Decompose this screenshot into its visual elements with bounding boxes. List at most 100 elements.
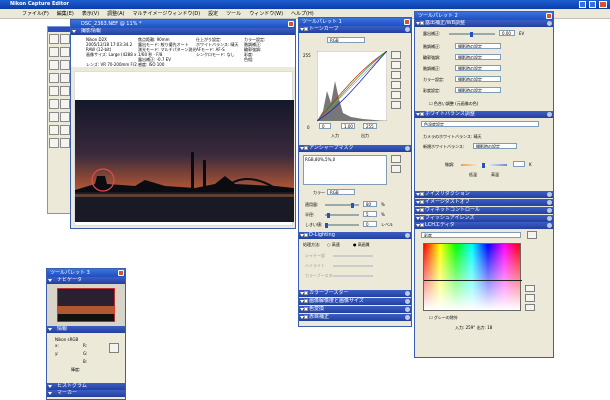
exposure-header[interactable]: 露出補正/WB調整 bbox=[415, 20, 553, 27]
wb-new-select[interactable]: 撮影時の設定 bbox=[473, 143, 517, 149]
menu-item[interactable]: 設定 bbox=[208, 9, 218, 18]
amount-field[interactable]: 80 bbox=[363, 201, 377, 207]
exposure-slider[interactable] bbox=[449, 32, 495, 37]
threshold-slider[interactable] bbox=[325, 223, 359, 228]
gray-exclude-row[interactable]: ☐ グレーの除外 bbox=[429, 315, 458, 321]
amount-thumb[interactable] bbox=[351, 203, 354, 208]
lch-reset-curve-icon[interactable] bbox=[525, 294, 535, 302]
wb-mode-select[interactable]: 色温度設定 bbox=[421, 121, 539, 127]
section-checkbox[interactable] bbox=[304, 299, 308, 303]
redo-icon[interactable] bbox=[49, 60, 59, 70]
palette2-close-icon[interactable] bbox=[546, 13, 552, 19]
pin-icon[interactable] bbox=[547, 223, 552, 228]
threshold-thumb[interactable] bbox=[325, 223, 328, 228]
help-icon[interactable] bbox=[60, 138, 70, 148]
straighten-icon[interactable] bbox=[49, 99, 59, 109]
lch-eyedropper-icon[interactable] bbox=[525, 285, 535, 293]
rotate-left-icon[interactable] bbox=[60, 60, 70, 70]
pin-icon[interactable] bbox=[405, 291, 410, 296]
collapse-icon[interactable] bbox=[72, 30, 76, 33]
brush-icon[interactable] bbox=[49, 112, 59, 122]
open-icon[interactable] bbox=[49, 34, 59, 44]
menu-item[interactable]: 編集(E) bbox=[57, 9, 74, 18]
gray-point-eyedropper-icon[interactable] bbox=[391, 61, 401, 69]
exposure-thumb[interactable] bbox=[470, 32, 473, 37]
setting-select[interactable]: 撮影時の設定 bbox=[455, 54, 501, 60]
lch-checkbox[interactable] bbox=[420, 223, 424, 227]
booster-slider[interactable] bbox=[333, 275, 373, 277]
histogram-header[interactable]: ヒストグラム bbox=[47, 383, 125, 390]
collapse-icon[interactable] bbox=[48, 328, 52, 331]
lasso-icon[interactable] bbox=[60, 125, 70, 135]
pin-icon[interactable] bbox=[405, 307, 410, 312]
dust-icon[interactable] bbox=[60, 112, 70, 122]
palette3-titlebar[interactable]: ツールパレット 3 bbox=[47, 269, 125, 277]
radius-field[interactable]: 5 bbox=[363, 211, 377, 217]
tone-input-white[interactable]: 255 bbox=[363, 123, 377, 129]
section-checkbox[interactable] bbox=[304, 291, 308, 295]
collapse-icon[interactable] bbox=[48, 279, 52, 282]
menu-item[interactable]: ファイル(F) bbox=[22, 9, 49, 18]
collapsed-section-header[interactable]: 色変換 bbox=[299, 306, 411, 313]
lch-channel-select[interactable]: 彩度 bbox=[421, 232, 521, 238]
exposure-field[interactable]: 0.00 bbox=[499, 30, 515, 36]
zoom-icon[interactable] bbox=[49, 86, 59, 96]
setting-select[interactable]: 撮影時の設定 bbox=[455, 76, 501, 82]
section-checkbox[interactable] bbox=[304, 307, 308, 311]
minimize-icon[interactable] bbox=[579, 1, 586, 8]
save-icon[interactable] bbox=[60, 34, 70, 44]
unsharp-checkbox[interactable] bbox=[304, 146, 308, 150]
section-checkbox[interactable] bbox=[420, 192, 424, 196]
section-checkbox[interactable] bbox=[420, 216, 424, 220]
reset-curve-icon[interactable] bbox=[391, 91, 401, 99]
collapsed-section-header[interactable]: フィッシュアイレンズ bbox=[415, 215, 553, 222]
crop-icon[interactable] bbox=[60, 86, 70, 96]
exposure-checkbox[interactable] bbox=[420, 21, 424, 25]
wb-fine-thumb[interactable] bbox=[482, 163, 485, 168]
highlight-slider[interactable] bbox=[333, 265, 373, 267]
pin-icon[interactable] bbox=[547, 21, 552, 26]
palette3-close-icon[interactable] bbox=[118, 270, 124, 276]
collapsed-section-header[interactable]: 赤目補正 bbox=[299, 314, 411, 321]
eyedropper-icon[interactable] bbox=[60, 99, 70, 109]
tone-curve-graph[interactable] bbox=[317, 51, 387, 121]
navigator-header[interactable]: ナビゲータ bbox=[47, 277, 125, 284]
radius-thumb[interactable] bbox=[327, 213, 330, 218]
auto-contrast-icon[interactable] bbox=[391, 81, 401, 89]
palette2-titlebar[interactable]: ツールパレット 2 bbox=[415, 12, 553, 20]
tone-input-black[interactable]: 0 bbox=[319, 123, 331, 129]
pin-icon[interactable] bbox=[405, 233, 410, 238]
print-icon[interactable] bbox=[49, 47, 59, 57]
menu-item[interactable]: ウィンドウ(W) bbox=[249, 9, 283, 18]
pin-icon[interactable] bbox=[405, 315, 410, 320]
hand-icon[interactable] bbox=[60, 73, 70, 83]
collapse-icon[interactable] bbox=[48, 385, 52, 388]
tone-channel-select[interactable]: RGB bbox=[327, 37, 365, 43]
info-header[interactable]: 情報 bbox=[47, 326, 125, 333]
collapsed-section-header[interactable]: カラーブースター bbox=[299, 290, 411, 297]
add-mask-icon[interactable] bbox=[391, 155, 401, 163]
image-window-close-icon[interactable] bbox=[288, 21, 294, 27]
section-checkbox[interactable] bbox=[304, 315, 308, 319]
pin-icon[interactable] bbox=[405, 27, 410, 32]
red-eye-icon[interactable] bbox=[49, 125, 59, 135]
tone-gamma[interactable]: 1.00 bbox=[341, 123, 355, 129]
wb-header[interactable]: ホワイトバランス調整 bbox=[415, 111, 553, 118]
maximize-icon[interactable] bbox=[589, 1, 596, 8]
threshold-field[interactable]: 0 bbox=[363, 221, 377, 227]
hue-adjust-row[interactable]: ☐ 色合い調整 (元画像の色) bbox=[429, 101, 478, 107]
collapsed-section-header[interactable]: イメージダストオフ bbox=[415, 199, 553, 206]
navigator-thumbnail[interactable] bbox=[57, 288, 115, 322]
shadow-slider[interactable] bbox=[333, 255, 373, 257]
lch-header[interactable]: LCHエディタ bbox=[415, 222, 553, 229]
grid-icon[interactable] bbox=[49, 138, 59, 148]
palette1-titlebar[interactable]: ツールパレット 1 bbox=[299, 18, 411, 26]
marker-header[interactable]: マーカー bbox=[47, 390, 125, 397]
shooting-info-header[interactable]: 撮影情報 bbox=[71, 28, 295, 35]
dlighting-checkbox[interactable] bbox=[304, 233, 308, 237]
wb-fine-slider[interactable] bbox=[461, 163, 507, 168]
undo-icon[interactable] bbox=[60, 47, 70, 57]
unsharp-list[interactable]: RGB,80%,5%,0 bbox=[303, 155, 387, 185]
wb-checkbox[interactable] bbox=[420, 112, 424, 116]
unsharp-list-item[interactable]: RGB,80%,5%,0 bbox=[304, 156, 386, 163]
